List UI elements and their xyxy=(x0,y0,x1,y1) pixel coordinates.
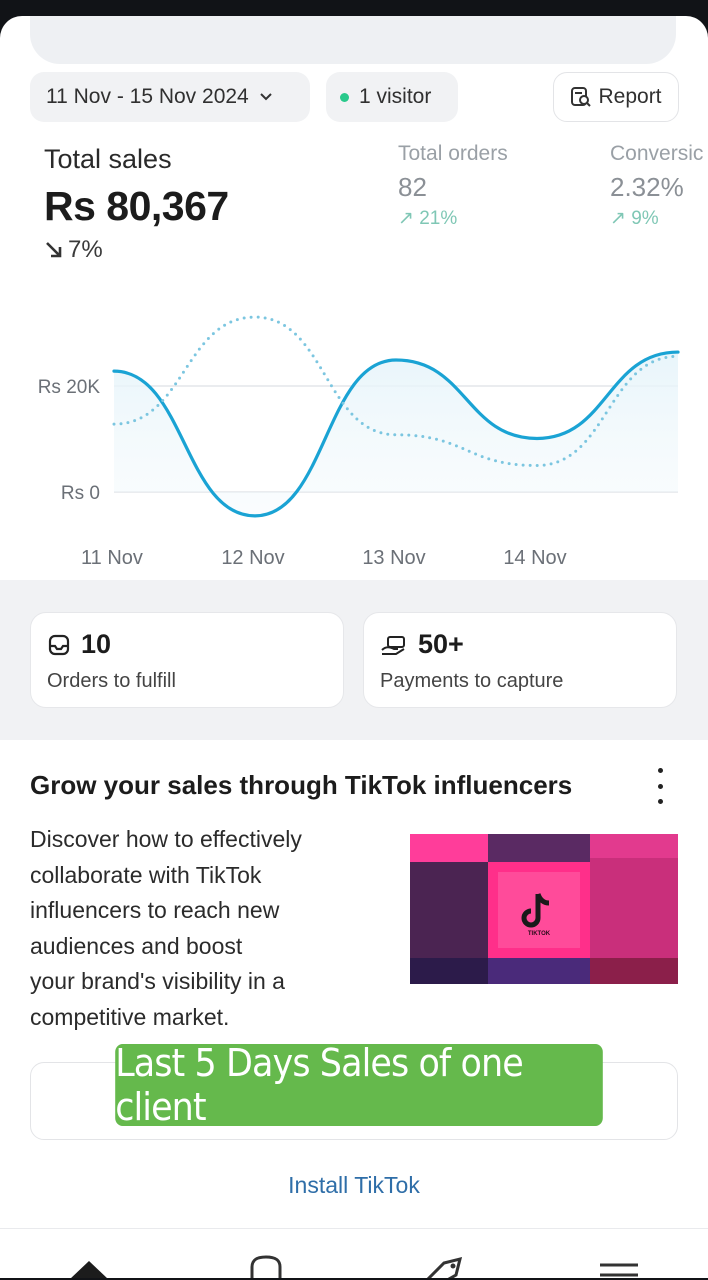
cash-hand-icon xyxy=(381,635,405,655)
report-icon xyxy=(571,87,592,107)
live-dot-icon xyxy=(340,92,349,102)
payments-label: Payments to capture xyxy=(380,670,564,692)
conversion-change-value: 9% xyxy=(631,208,659,229)
sales-line-chart[interactable]: Rs 0 Rs 20K 11 Nov 12 Nov 13 Nov 14 Nov xyxy=(0,286,708,586)
conversion-metric[interactable]: Conversic 2.32% ↗ 9% xyxy=(610,142,703,230)
x-tick-label: 14 Nov xyxy=(503,547,566,569)
orders-to-fulfill-card[interactable]: 10 Orders to fulfill xyxy=(30,612,344,708)
orders-count: 10 xyxy=(81,629,112,659)
promo-description: Discover how to effectively collaborate … xyxy=(30,822,370,1035)
report-button[interactable]: Report xyxy=(553,72,679,122)
install-tiktok-link[interactable]: Install TikTok xyxy=(0,1172,708,1199)
payments-count: 50+ xyxy=(418,629,464,659)
chevron-down-icon xyxy=(260,93,272,101)
report-label: Report xyxy=(598,85,662,108)
date-range-label: 11 Nov - 15 Nov 2024 xyxy=(46,85,249,108)
x-tick-label: 12 Nov xyxy=(221,547,284,569)
more-options-icon[interactable] xyxy=(650,768,670,804)
x-tick-label: 11 Nov xyxy=(81,547,143,569)
tag-icon[interactable] xyxy=(422,1253,466,1278)
home-screen: 11 Nov - 15 Nov 2024 1 visitor Report To… xyxy=(0,16,708,1278)
image-caption: TIKTOK xyxy=(528,931,551,937)
menu-icon[interactable] xyxy=(598,1253,642,1278)
date-range-picker[interactable]: 11 Nov - 15 Nov 2024 xyxy=(30,72,310,122)
overlay-caption: Last 5 Days Sales of one client xyxy=(115,1041,603,1129)
conversion-label: Conversic xyxy=(610,142,704,165)
promo-line: audiences and boost xyxy=(30,932,243,959)
promo-line: influencers to reach new xyxy=(30,897,280,923)
total-orders-change: ↗ 21% xyxy=(398,208,458,229)
visitor-count-label: 1 visitor xyxy=(359,85,432,108)
promo-line: competitive market. xyxy=(30,1003,230,1030)
home-icon[interactable] xyxy=(66,1253,112,1278)
bottom-navigation xyxy=(0,1228,708,1278)
search-bar[interactable] xyxy=(30,16,676,64)
promo-line: collaborate with TikTok xyxy=(30,861,262,888)
arrow-down-right-icon xyxy=(46,242,62,258)
x-tick-label: 13 Nov xyxy=(362,547,425,569)
total-orders-value: 82 xyxy=(398,172,427,202)
total-sales-label: Total sales xyxy=(44,144,172,174)
promo-title: Grow your sales through TikTok influence… xyxy=(30,770,573,800)
inbox-icon xyxy=(48,634,70,655)
total-sales-change-value: 7% xyxy=(68,236,103,263)
promo-line: your brand's visibility in a xyxy=(30,968,285,994)
promo-line: Discover how to effectively xyxy=(30,826,302,852)
total-orders-change-value: 21% xyxy=(419,208,458,229)
conversion-change: ↗ 9% xyxy=(610,208,659,229)
total-sales-metric[interactable]: Total sales Rs 80,367 7% xyxy=(44,144,229,264)
tiktok-promo-image: TIKTOK xyxy=(410,834,678,984)
y-tick-label: Rs 0 xyxy=(61,483,100,504)
total-sales-value: Rs 80,367 xyxy=(44,183,229,229)
conversion-value: 2.32% xyxy=(610,172,684,202)
payments-to-capture-card[interactable]: 50+ Payments to capture xyxy=(363,612,677,708)
orders-label: Orders to fulfill xyxy=(47,670,176,692)
visitor-count-chip[interactable]: 1 visitor xyxy=(326,72,458,122)
total-orders-label: Total orders xyxy=(398,142,508,165)
orders-icon[interactable] xyxy=(246,1253,286,1278)
total-sales-change: 7% xyxy=(44,236,229,264)
y-tick-label: Rs 20K xyxy=(38,377,101,398)
total-orders-metric[interactable]: Total orders 82 ↗ 21% xyxy=(398,142,508,230)
